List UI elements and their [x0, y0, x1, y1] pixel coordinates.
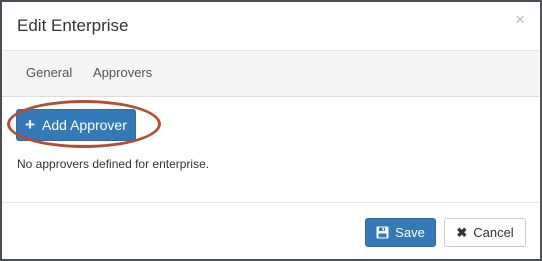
- tab-general[interactable]: General: [26, 65, 72, 81]
- tab-bar: General Approvers: [2, 51, 539, 97]
- dialog-header: Edit Enterprise ×: [2, 2, 539, 51]
- close-icon[interactable]: ×: [515, 11, 525, 29]
- add-approver-button[interactable]: + Add Approver: [16, 109, 136, 141]
- close-icon: ✖: [456, 224, 468, 240]
- save-icon: [376, 226, 389, 239]
- dialog-title: Edit Enterprise: [17, 16, 129, 35]
- save-label: Save: [395, 225, 425, 240]
- dialog-footer: Save ✖ Cancel: [2, 202, 539, 260]
- cancel-button[interactable]: ✖ Cancel: [444, 218, 526, 247]
- cancel-label: Cancel: [473, 225, 514, 240]
- tab-approvers[interactable]: Approvers: [93, 65, 152, 81]
- add-approver-label: Add Approver: [42, 117, 127, 133]
- save-button[interactable]: Save: [365, 218, 436, 247]
- empty-approvers-message: No approvers defined for enterprise.: [17, 157, 210, 171]
- plus-icon: +: [25, 115, 36, 134]
- edit-enterprise-dialog: Edit Enterprise × General Approvers + Ad…: [2, 2, 539, 259]
